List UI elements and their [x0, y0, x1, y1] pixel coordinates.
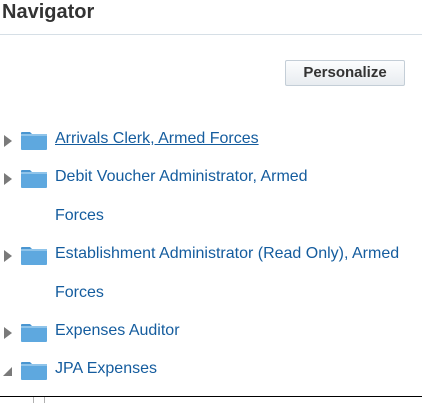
- personalize-button[interactable]: Personalize: [285, 60, 405, 86]
- tree-node-label[interactable]: JPA Expenses: [55, 350, 415, 389]
- folder-icon: [21, 170, 47, 188]
- navigator-tree: Arrivals Clerk, Armed Forces Debit Vouch…: [0, 122, 422, 390]
- expand-triangle-icon[interactable]: [3, 172, 13, 185]
- partial-checkbox-icon: [33, 397, 45, 403]
- tree-node: JPA Expenses: [0, 352, 422, 390]
- navigator-panel: Navigator Personalize Arrivals Clerk, Ar…: [0, 0, 422, 403]
- tree-node: Debit Voucher Administrator, Armed Force…: [0, 160, 422, 237]
- bottom-divider: [0, 396, 422, 397]
- folder-icon: [21, 247, 47, 265]
- tree-node: Arrivals Clerk, Armed Forces: [0, 122, 422, 160]
- tree-node-label[interactable]: Debit Voucher Administrator, Armed Force…: [55, 158, 355, 235]
- collapse-triangle-icon[interactable]: [3, 364, 13, 376]
- tree-node-label[interactable]: Establishment Administrator (Read Only),…: [55, 235, 400, 312]
- expand-triangle-icon[interactable]: [3, 326, 13, 339]
- folder-icon: [21, 362, 47, 380]
- title-divider: [0, 34, 422, 35]
- expand-triangle-icon[interactable]: [3, 134, 13, 147]
- tree-node-label[interactable]: Expenses Auditor: [55, 312, 415, 351]
- tree-node-label[interactable]: Arrivals Clerk, Armed Forces: [55, 120, 415, 159]
- tree-node: Expenses Auditor: [0, 314, 422, 352]
- page-title: Navigator: [2, 1, 95, 23]
- expand-triangle-icon[interactable]: [3, 249, 13, 262]
- folder-icon: [21, 324, 47, 342]
- tree-node: Establishment Administrator (Read Only),…: [0, 237, 422, 314]
- folder-icon: [21, 132, 47, 150]
